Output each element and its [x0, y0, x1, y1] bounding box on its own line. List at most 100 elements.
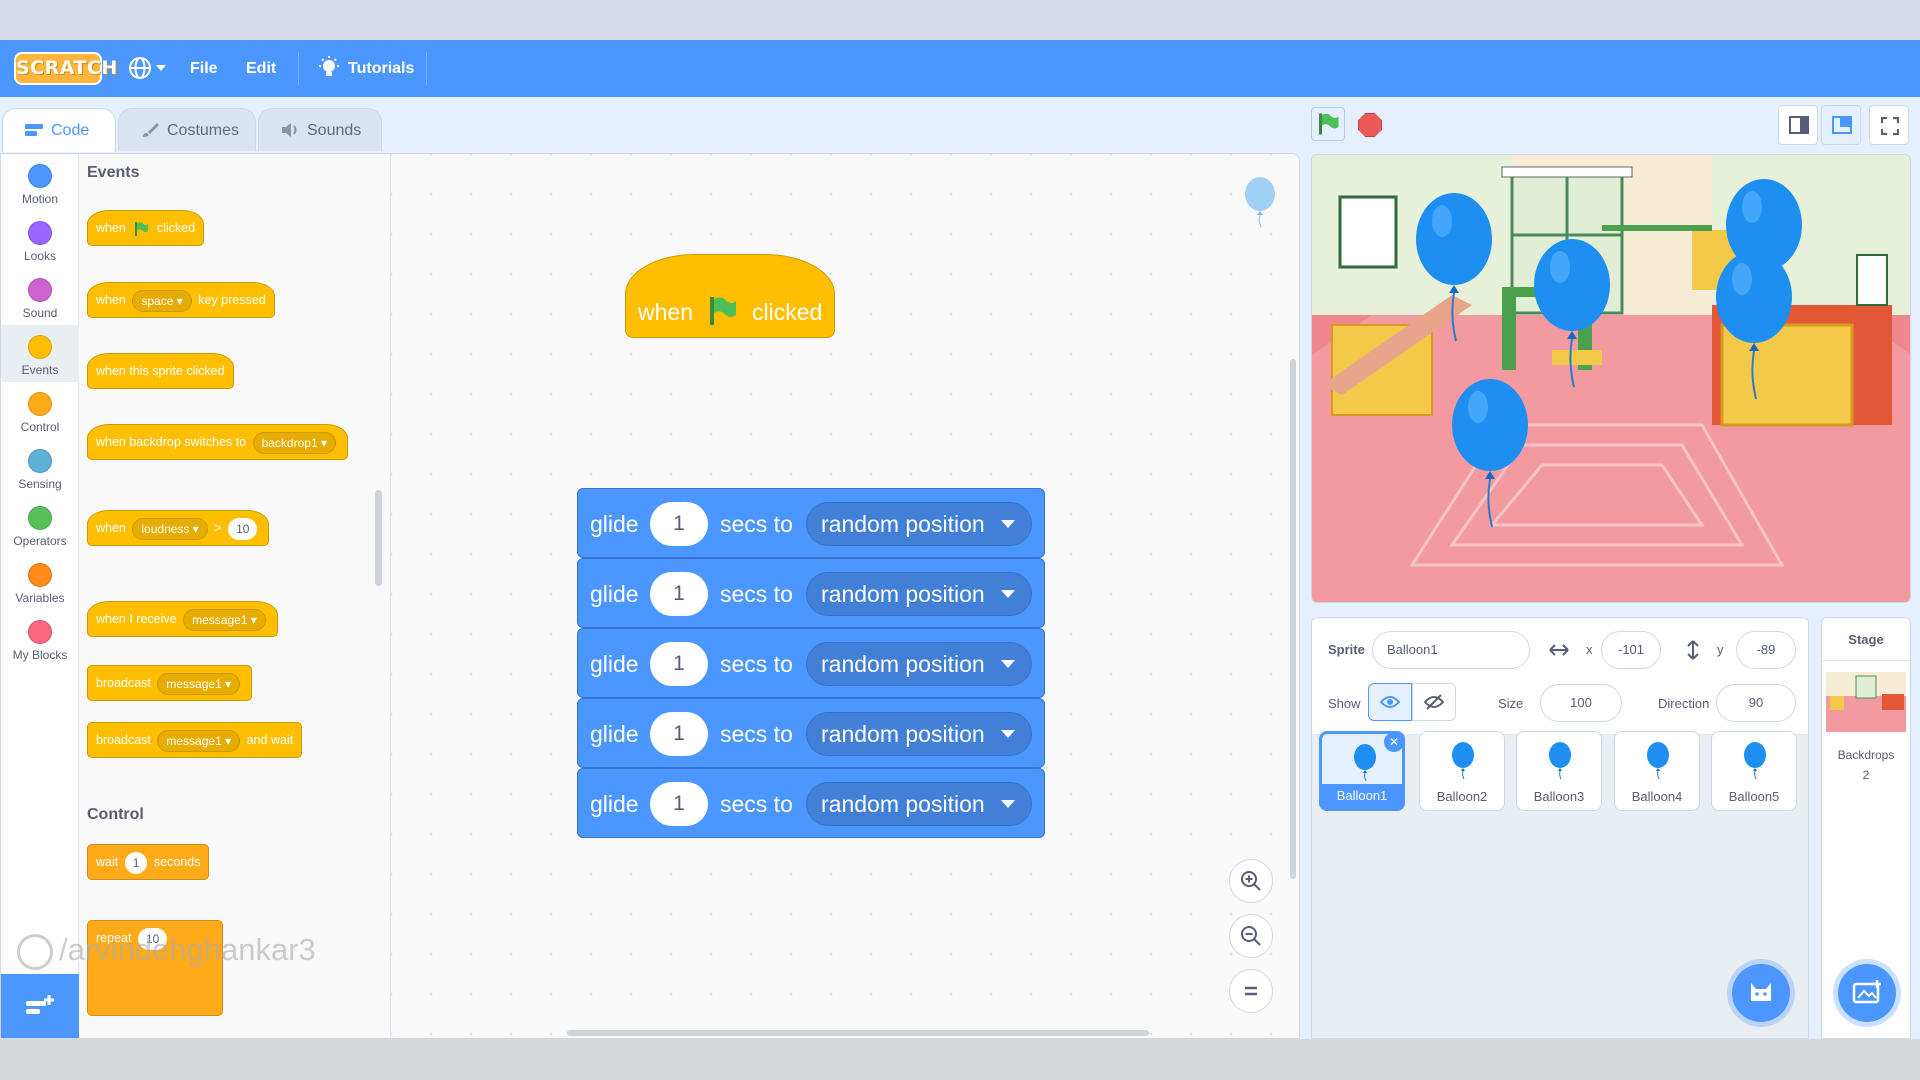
category-label: Events — [21, 363, 59, 377]
sprite-tile-balloon3[interactable]: Balloon3 — [1516, 731, 1602, 811]
normal-stage-button[interactable] — [1821, 105, 1861, 145]
control-dot-icon — [28, 392, 52, 416]
script-area[interactable]: when clicked glide 1 secs to random posi… — [391, 154, 1299, 1038]
glide-block[interactable]: glide 1 secs to random position — [577, 488, 1045, 558]
category-events[interactable]: Events — [1, 325, 79, 382]
dropdown-arrow-icon — [1001, 520, 1015, 528]
hide-sprite-button[interactable] — [1412, 683, 1456, 721]
fullscreen-button[interactable] — [1869, 105, 1909, 145]
loudness-value-input[interactable]: 10 — [228, 517, 258, 540]
choose-backdrop-button[interactable] — [1838, 964, 1896, 1022]
sprite-tile-balloon5[interactable]: Balloon5 — [1711, 731, 1797, 811]
category-motion[interactable]: Motion — [1, 154, 79, 211]
loudness-dropdown[interactable]: loudness ▾ — [132, 517, 208, 540]
file-menu[interactable]: File — [190, 40, 218, 97]
balloon-thumbnail-icon — [1354, 744, 1376, 782]
glide-target-dropdown[interactable]: random position — [806, 502, 1032, 546]
stage-canvas[interactable] — [1311, 154, 1911, 603]
size-input[interactable]: 100 — [1540, 684, 1622, 722]
message-dropdown[interactable]: message1 ▾ — [157, 729, 241, 752]
palette-scrollbar[interactable] — [375, 490, 382, 586]
show-sprite-button[interactable] — [1368, 683, 1412, 721]
glide-target-dropdown[interactable]: random position — [806, 712, 1032, 756]
palette-wait-block[interactable]: wait 1 seconds — [87, 844, 210, 880]
sprite-tile-balloon2[interactable]: Balloon2 — [1419, 731, 1505, 811]
stop-button[interactable] — [1358, 113, 1382, 137]
palette-when-sprite-clicked-block[interactable]: when this sprite clicked — [87, 353, 234, 389]
browser-top-strip — [0, 0, 1920, 40]
key-dropdown[interactable]: space ▾ — [132, 289, 192, 312]
tab-sounds[interactable]: Sounds — [258, 108, 382, 151]
scratch-logo[interactable]: SCRATCH — [14, 52, 117, 85]
glide-secs-input[interactable]: 1 — [650, 502, 708, 546]
glide-secs-input[interactable]: 1 — [650, 572, 708, 616]
glide-block[interactable]: glide 1 secs to random position — [577, 628, 1045, 698]
glide-block[interactable]: glide 1 secs to random position — [577, 768, 1045, 838]
category-looks[interactable]: Looks — [1, 211, 79, 268]
category-label: Control — [20, 420, 60, 434]
tab-costumes[interactable]: Costumes — [118, 108, 256, 151]
small-stage-button[interactable] — [1778, 105, 1818, 145]
palette-broadcast-block[interactable]: broadcast message1 ▾ — [87, 665, 253, 701]
category-variables[interactable]: Variables — [1, 553, 79, 610]
glide-target-dropdown[interactable]: random position — [806, 642, 1032, 686]
work-area: Code Costumes Sounds Motion Looks Sound … — [0, 97, 1920, 1039]
eye-hidden-icon — [1423, 694, 1445, 710]
sprite-tile-balloon1[interactable]: ✕ Balloon1 — [1319, 731, 1405, 811]
green-flag-button[interactable] — [1311, 107, 1345, 141]
category-control[interactable]: Control — [1, 382, 79, 439]
glide-block[interactable]: glide 1 secs to random position — [577, 558, 1045, 628]
glide-secs-input[interactable]: 1 — [650, 712, 708, 756]
chevron-down-icon — [156, 65, 166, 71]
zoom-reset-button[interactable] — [1229, 969, 1273, 1013]
block-text: when — [96, 293, 126, 307]
y-position-input[interactable]: -89 — [1736, 631, 1796, 669]
language-menu[interactable] — [128, 40, 172, 97]
wait-seconds-input[interactable]: 1 — [124, 851, 148, 874]
backdrop-dropdown[interactable]: backdrop1 ▾ — [252, 431, 336, 454]
glide-target-dropdown[interactable]: random position — [806, 782, 1032, 826]
glide-secs-input[interactable]: 1 — [650, 782, 708, 826]
direction-input[interactable]: 90 — [1716, 684, 1796, 722]
events-heading: Events — [87, 164, 140, 181]
sprite-tile-balloon4[interactable]: Balloon4 — [1614, 731, 1700, 811]
tab-code[interactable]: Code — [2, 108, 116, 152]
glide-block[interactable]: glide 1 secs to random position — [577, 698, 1045, 768]
y-label: y — [1717, 642, 1724, 657]
tutorials-button[interactable]: Tutorials — [318, 40, 414, 97]
palette-when-flag-clicked-block[interactable]: when clicked — [87, 210, 205, 246]
palette-broadcast-and-wait-block[interactable]: broadcast message1 ▾ and wait — [87, 722, 303, 758]
category-sound[interactable]: Sound — [1, 268, 79, 325]
edit-menu[interactable]: Edit — [246, 40, 276, 97]
menu-divider — [298, 52, 299, 85]
glide-secs-input[interactable]: 1 — [650, 642, 708, 686]
block-text: when this sprite clicked — [96, 364, 225, 378]
message-dropdown[interactable]: message1 ▾ — [183, 608, 266, 631]
zoom-out-button[interactable] — [1229, 914, 1273, 958]
size-label: Size — [1498, 696, 1524, 711]
zoom-in-button[interactable] — [1229, 859, 1273, 903]
palette-when-key-pressed-block[interactable]: when space ▾ key pressed — [87, 282, 275, 318]
palette-when-i-receive-block[interactable]: when I receive message1 ▾ — [87, 601, 278, 637]
choose-sprite-button[interactable] — [1732, 964, 1790, 1022]
category-my-blocks[interactable]: My Blocks — [1, 610, 79, 667]
add-extension-button[interactable] — [1, 974, 79, 1038]
balloon-sprite-2 — [1534, 239, 1610, 388]
glide-target-dropdown[interactable]: random position — [806, 572, 1032, 616]
events-dot-icon — [28, 335, 52, 359]
when-flag-clicked-hat-block[interactable]: when clicked — [625, 254, 835, 338]
x-position-input[interactable]: -101 — [1601, 631, 1661, 669]
stage-target-panel[interactable]: Stage Backdrops 2 — [1821, 617, 1911, 1039]
category-operators[interactable]: Operators — [1, 496, 79, 553]
horizontal-scrollbar[interactable] — [567, 1030, 1149, 1036]
sprite-name-input[interactable]: Balloon1 — [1372, 631, 1530, 669]
sensing-dot-icon — [28, 449, 52, 473]
vertical-scrollbar[interactable] — [1290, 359, 1296, 879]
palette-when-loudness-block[interactable]: when loudness ▾ > 10 — [87, 510, 270, 546]
scratch-editor: SCRATCH File Edit Tutorials Code Costume… — [0, 0, 1920, 1080]
code-area: Motion Looks Sound Events Control Sensin… — [0, 153, 1300, 1039]
message-dropdown[interactable]: message1 ▾ — [157, 672, 241, 695]
delete-sprite-button[interactable]: ✕ — [1384, 732, 1404, 752]
palette-when-backdrop-switches-block[interactable]: when backdrop switches to backdrop1 ▾ — [87, 424, 348, 460]
category-sensing[interactable]: Sensing — [1, 439, 79, 496]
